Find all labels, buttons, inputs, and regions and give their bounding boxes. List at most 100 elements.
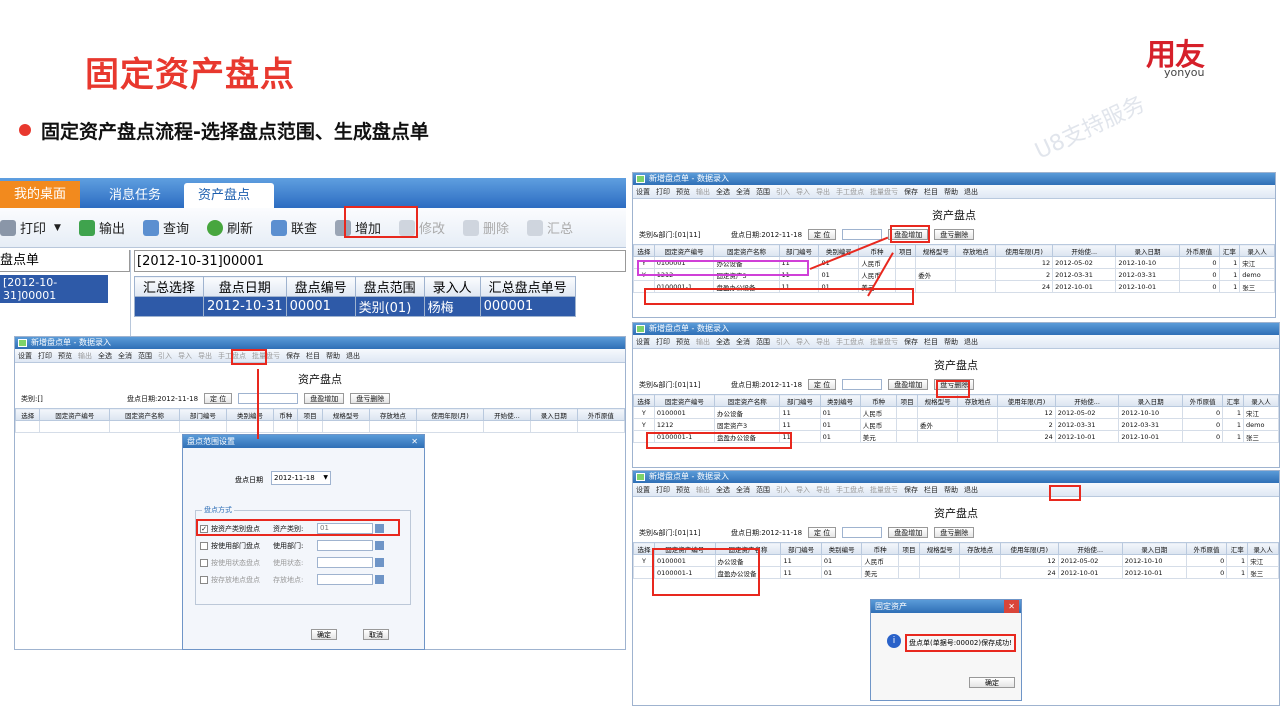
toolbar-button-7[interactable]: 引入 [776,187,790,197]
toolbar-button-3[interactable]: 输出 [696,485,710,495]
loss-delete-button[interactable]: 盘亏删除 [934,229,975,240]
locate-button[interactable]: 定 位 [204,393,233,404]
tab-asset-count[interactable]: 资产盘点 ✕ [184,183,274,227]
locate-input[interactable] [842,229,883,240]
ok-button[interactable]: 确定 [969,677,1015,688]
toolbar-button-2[interactable]: 预览 [676,187,690,197]
surplus-add-button[interactable]: 盘盈增加 [304,393,345,404]
toolbar-button-2[interactable]: 预览 [676,337,690,347]
table-row[interactable] [15,420,625,433]
locate-input[interactable] [842,379,883,390]
toolbar-button-12[interactable]: 保存 [904,485,918,495]
toolbar-button-15[interactable]: 退出 [964,485,978,495]
toolbar-button-1[interactable]: 打印 [656,187,670,197]
toolbar-button-14[interactable]: 帮助 [944,337,958,347]
locate-input[interactable] [238,393,299,404]
field-input[interactable] [317,557,373,568]
checkbox[interactable] [200,575,208,584]
summary-button[interactable]: 汇总 [527,218,573,237]
toolbar-button-11[interactable]: 批量盘亏 [870,485,898,495]
toolbar-button-7[interactable]: 引入 [776,485,790,495]
toolbar-button-15[interactable]: 退出 [346,351,360,361]
toolbar-button-14[interactable]: 帮助 [944,485,958,495]
ok-button[interactable]: 确定 [311,629,337,640]
checkbox[interactable] [200,558,208,567]
toolbar-button-6[interactable]: 范围 [756,187,770,197]
toolbar-button-14[interactable]: 帮助 [944,187,958,197]
toolbar-button-12[interactable]: 保存 [904,187,918,197]
locate-button[interactable]: 定 位 [808,527,837,538]
table-row[interactable]: Y 1212 固定资产3 11 01 人民币 委外 2 2012-03-31 2012-03-31… [633,418,1279,431]
export-button[interactable]: 输出 [78,218,125,237]
toolbar-button-4[interactable]: 全选 [716,485,730,495]
toolbar-button-1[interactable]: 打印 [656,337,670,347]
toolbar-button-8[interactable]: 导入 [796,337,810,347]
link-query-button[interactable]: 联查 [270,218,317,237]
chevron-down-icon[interactable]: ▼ [54,223,61,233]
toolbar-button-6[interactable]: 范围 [756,337,770,347]
locate-button[interactable]: 定 位 [808,379,837,390]
tab-messages[interactable]: 消息任务 [95,183,175,208]
toolbar-button-5[interactable]: 全消 [736,187,750,197]
toolbar-button-0[interactable]: 设置 [18,351,32,361]
locate-button[interactable]: 定 位 [808,229,837,240]
toolbar-button-1[interactable]: 打印 [38,351,52,361]
toolbar-button-2[interactable]: 预览 [58,351,72,361]
toolbar-button-15[interactable]: 退出 [964,337,978,347]
toolbar-button-13[interactable]: 栏目 [924,187,938,197]
toolbar-button-5[interactable]: 全消 [736,485,750,495]
count-date-select[interactable]: 2012-11-18 ▼ [271,471,331,485]
checkbox[interactable] [200,541,208,550]
toolbar-button-12[interactable]: 保存 [286,351,300,361]
surplus-add-button[interactable]: 盘盈增加 [888,527,929,538]
toolbar-button-5[interactable]: 全消 [736,337,750,347]
toolbar-button-10[interactable]: 手工盘点 [836,485,864,495]
toolbar-button-4[interactable]: 全选 [98,351,112,361]
toolbar-button-2[interactable]: 预览 [676,485,690,495]
toolbar-button-11[interactable]: 批量盘亏 [870,337,898,347]
toolbar-button-12[interactable]: 保存 [904,337,918,347]
toolbar-button-7[interactable]: 引入 [158,351,172,361]
toolbar-button-11[interactable]: 批量盘亏 [870,187,898,197]
table-row[interactable]: Y0100001办公设备1101人民币122012-05-022012-10-1… [633,406,1279,419]
loss-delete-button[interactable]: 盘亏删除 [934,527,975,538]
toolbar-button-5[interactable]: 全消 [118,351,132,361]
toolbar-button-6[interactable]: 范围 [756,485,770,495]
toolbar-button-0[interactable]: 设置 [636,187,650,197]
cancel-button[interactable]: 取消 [363,629,389,640]
close-icon[interactable]: ✕ [1004,600,1019,613]
toolbar-button-3[interactable]: 输出 [696,337,710,347]
locate-input[interactable] [842,527,883,538]
loss-delete-button[interactable]: 盘亏删除 [350,393,391,404]
toolbar-button-7[interactable]: 引入 [776,337,790,347]
field-input[interactable] [317,540,373,551]
field-input[interactable] [317,574,373,585]
toolbar-button-15[interactable]: 退出 [964,187,978,197]
lookup-icon[interactable] [375,558,384,567]
query-button[interactable]: 查询 [142,218,189,237]
close-icon[interactable]: ✕ [411,435,418,448]
surplus-add-button[interactable]: 盘盈增加 [888,379,929,390]
count-list-item[interactable]: [2012-10-31]00001 [0,275,108,303]
toolbar-button-13[interactable]: 栏目 [924,337,938,347]
table-row[interactable]: 2012-10-31 00001 类别(01) 杨梅 000001 [133,296,576,317]
print-button[interactable]: 打印 ▼ [0,218,61,237]
toolbar-button-8[interactable]: 导入 [178,351,192,361]
toolbar-button-10[interactable]: 手工盘点 [836,187,864,197]
toolbar-button-0[interactable]: 设置 [636,485,650,495]
toolbar-button-3[interactable]: 输出 [696,187,710,197]
delete-button[interactable]: 删除 [463,218,509,237]
toolbar-button-9[interactable]: 导出 [816,337,830,347]
lookup-icon[interactable] [375,575,384,584]
toolbar-button-10[interactable]: 手工盘点 [836,337,864,347]
toolbar-button-1[interactable]: 打印 [656,485,670,495]
toolbar-button-6[interactable]: 范围 [138,351,152,361]
toolbar-button-13[interactable]: 栏目 [924,485,938,495]
toolbar-button-4[interactable]: 全选 [716,187,730,197]
toolbar-button-13[interactable]: 栏目 [306,351,320,361]
toolbar-button-9[interactable]: 导出 [816,485,830,495]
toolbar-button-3[interactable]: 输出 [78,351,92,361]
toolbar-button-14[interactable]: 帮助 [326,351,340,361]
toolbar-button-8[interactable]: 导入 [796,187,810,197]
toolbar-button-4[interactable]: 全选 [716,337,730,347]
